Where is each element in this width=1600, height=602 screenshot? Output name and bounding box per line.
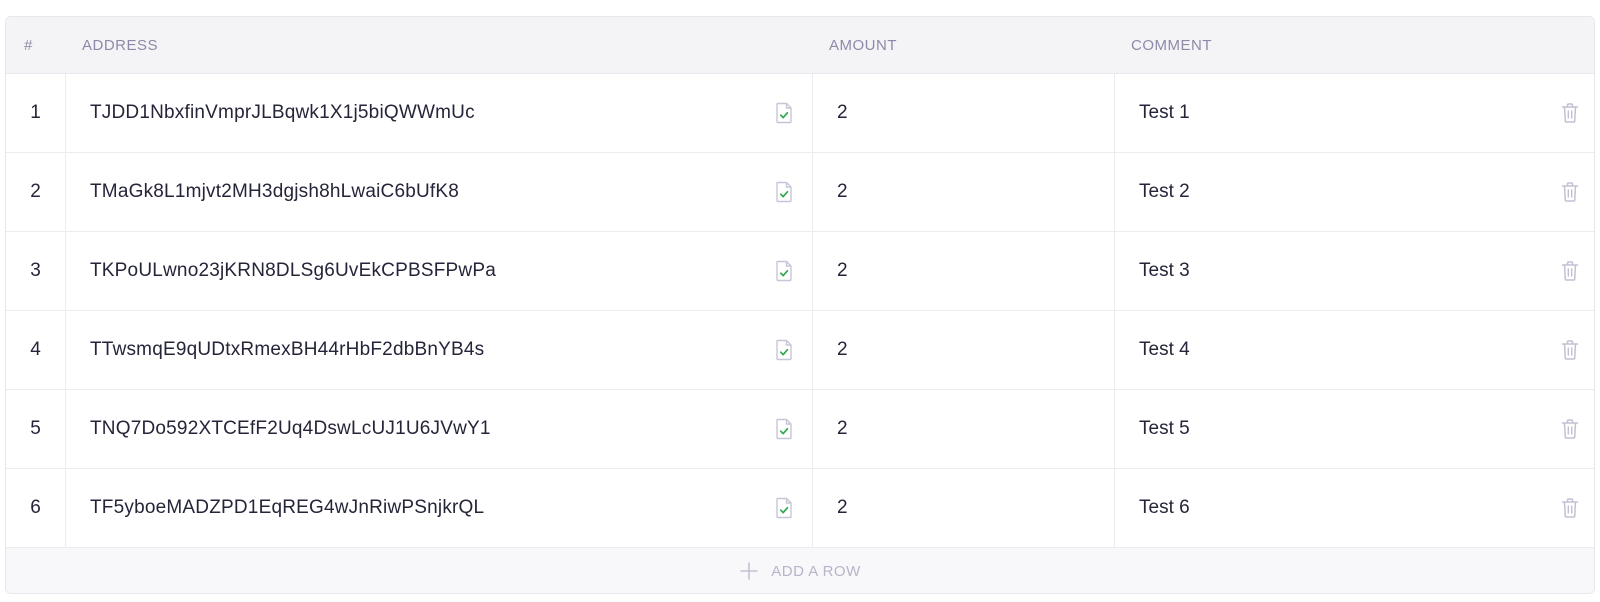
- row-number: 5: [6, 390, 66, 468]
- document-check-icon[interactable]: [774, 418, 794, 440]
- amount-value: 2: [837, 260, 848, 281]
- address-value: TJDD1NbxfinVmprJLBqwk1X1j5biQWWmUc: [90, 102, 475, 123]
- header-address: ADDRESS: [82, 36, 159, 54]
- amount-value: 2: [837, 497, 848, 518]
- document-check-icon[interactable]: [774, 181, 794, 203]
- amount-cell[interactable]: 2: [813, 469, 1115, 547]
- amount-cell[interactable]: 2: [813, 311, 1115, 389]
- comment-value: Test 4: [1139, 339, 1190, 360]
- table-row: 5 TNQ7Do592XTCEfF2Uq4DswLcUJ1U6JVwY1 2 Test…: [6, 390, 1594, 469]
- comment-value: Test 2: [1139, 181, 1190, 202]
- add-row-button[interactable]: ADD A ROW: [6, 548, 1594, 593]
- comment-value: Test 5: [1139, 418, 1190, 439]
- comment-cell[interactable]: Test 5: [1115, 390, 1594, 468]
- header-num: #: [24, 36, 33, 54]
- amount-cell[interactable]: 2: [813, 74, 1115, 152]
- plus-icon: [740, 562, 759, 580]
- table-header: # ADDRESS AMOUNT COMMENT: [6, 17, 1594, 74]
- address-cell[interactable]: TJDD1NbxfinVmprJLBqwk1X1j5biQWWmUc: [66, 74, 813, 152]
- document-check-icon[interactable]: [774, 497, 794, 519]
- trash-icon[interactable]: [1560, 339, 1580, 361]
- row-number: 2: [6, 153, 66, 231]
- amount-value: 2: [837, 181, 848, 202]
- trash-icon[interactable]: [1560, 497, 1580, 519]
- table-row: 2 TMaGk8L1mjvt2MH3dgjsh8hLwaiC6bUfK8 2 Test…: [6, 153, 1594, 232]
- amount-cell[interactable]: 2: [813, 232, 1115, 310]
- trash-icon[interactable]: [1560, 260, 1580, 282]
- document-check-icon[interactable]: [774, 339, 794, 361]
- amount-cell[interactable]: 2: [813, 390, 1115, 468]
- address-cell[interactable]: TTwsmqE9qUDtxRmexBH44rHbF2dbBnYB4s: [66, 311, 813, 389]
- comment-value: Test 6: [1139, 497, 1190, 518]
- address-cell[interactable]: TF5yboeMADZPD1EqREG4wJnRiwPSnjkrQL: [66, 469, 813, 547]
- add-row-label: ADD A ROW: [771, 562, 861, 580]
- recipients-table: # ADDRESS AMOUNT COMMENT 1 TJDD1NbxfinVmp…: [5, 16, 1595, 594]
- comment-value: Test 1: [1139, 102, 1190, 123]
- table-row: 3 TKPoULwno23jKRN8DLSg6UvEkCPBSFPwPa 2 Test…: [6, 232, 1594, 311]
- amount-value: 2: [837, 418, 848, 439]
- comment-cell[interactable]: Test 4: [1115, 311, 1594, 389]
- row-number: 3: [6, 232, 66, 310]
- table-body: 1 TJDD1NbxfinVmprJLBqwk1X1j5biQWWmUc 2 Test…: [6, 74, 1594, 548]
- address-cell[interactable]: TMaGk8L1mjvt2MH3dgjsh8hLwaiC6bUfK8: [66, 153, 813, 231]
- table-row: 6 TF5yboeMADZPD1EqREG4wJnRiwPSnjkrQL 2 Test…: [6, 469, 1594, 548]
- trash-icon[interactable]: [1560, 181, 1580, 203]
- address-cell[interactable]: TNQ7Do592XTCEfF2Uq4DswLcUJ1U6JVwY1: [66, 390, 813, 468]
- comment-cell[interactable]: Test 2: [1115, 153, 1594, 231]
- address-value: TF5yboeMADZPD1EqREG4wJnRiwPSnjkrQL: [90, 497, 485, 518]
- address-value: TNQ7Do592XTCEfF2Uq4DswLcUJ1U6JVwY1: [90, 418, 491, 439]
- document-check-icon[interactable]: [774, 260, 794, 282]
- table-row: 1 TJDD1NbxfinVmprJLBqwk1X1j5biQWWmUc 2 Test…: [6, 74, 1594, 153]
- header-comment: COMMENT: [1131, 36, 1212, 54]
- table-row: 4 TTwsmqE9qUDtxRmexBH44rHbF2dbBnYB4s 2 Test…: [6, 311, 1594, 390]
- address-value: TMaGk8L1mjvt2MH3dgjsh8hLwaiC6bUfK8: [90, 181, 460, 202]
- address-cell[interactable]: TKPoULwno23jKRN8DLSg6UvEkCPBSFPwPa: [66, 232, 813, 310]
- row-number: 1: [6, 74, 66, 152]
- row-number: 6: [6, 469, 66, 547]
- row-number: 4: [6, 311, 66, 389]
- amount-cell[interactable]: 2: [813, 153, 1115, 231]
- amount-value: 2: [837, 102, 848, 123]
- trash-icon[interactable]: [1560, 102, 1580, 124]
- trash-icon[interactable]: [1560, 418, 1580, 440]
- document-check-icon[interactable]: [774, 102, 794, 124]
- comment-value: Test 3: [1139, 260, 1190, 281]
- amount-value: 2: [837, 339, 848, 360]
- address-value: TKPoULwno23jKRN8DLSg6UvEkCPBSFPwPa: [90, 260, 496, 281]
- comment-cell[interactable]: Test 3: [1115, 232, 1594, 310]
- header-amount: AMOUNT: [829, 36, 897, 54]
- address-value: TTwsmqE9qUDtxRmexBH44rHbF2dbBnYB4s: [90, 339, 485, 360]
- comment-cell[interactable]: Test 1: [1115, 74, 1594, 152]
- comment-cell[interactable]: Test 6: [1115, 469, 1594, 547]
